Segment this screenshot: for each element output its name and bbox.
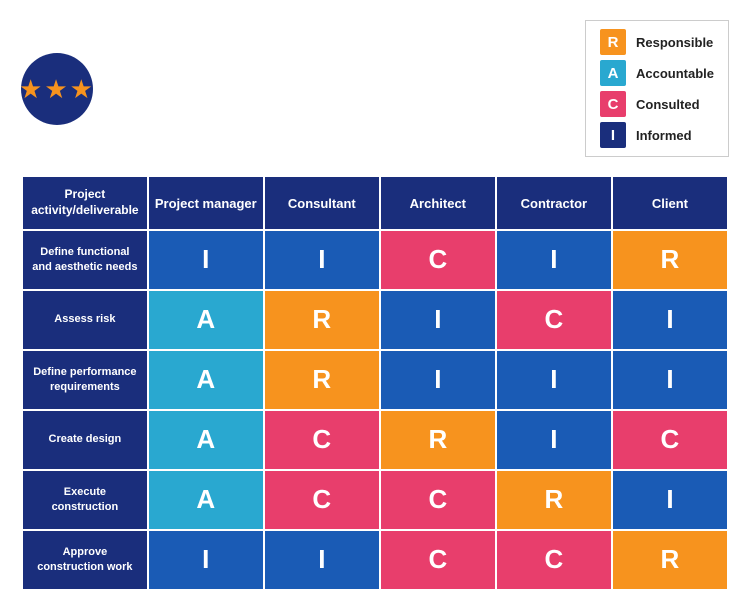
- col-header-activity: Projectactivity/deliverable: [22, 176, 148, 229]
- data-cell-r2-c1: R: [264, 350, 380, 410]
- legend: R Responsible A Accountable C Consulted …: [585, 20, 729, 157]
- col-header-architect: Architect: [380, 176, 496, 229]
- legend-badge-a: A: [600, 60, 626, 86]
- data-cell-r0-c3: I: [496, 230, 612, 290]
- data-cell-r1-c4: I: [612, 290, 728, 350]
- legend-row-i: I Informed: [600, 122, 714, 148]
- data-cell-r2-c4: I: [612, 350, 728, 410]
- logo-stars: ★★★: [19, 76, 95, 102]
- data-cell-r5-c1: I: [264, 530, 380, 590]
- data-cell-r4-c2: C: [380, 470, 496, 530]
- activity-cell-3: Create design: [22, 410, 148, 470]
- data-cell-r4-c3: R: [496, 470, 612, 530]
- table-row: Define functional and aesthetic needsIIC…: [22, 230, 728, 290]
- data-cell-r3-c3: I: [496, 410, 612, 470]
- data-cell-r1-c0: A: [148, 290, 264, 350]
- data-cell-r1-c3: C: [496, 290, 612, 350]
- data-cell-r1-c2: I: [380, 290, 496, 350]
- activity-cell-5: Approve construction work: [22, 530, 148, 590]
- data-cell-r4-c1: C: [264, 470, 380, 530]
- legend-row-r: R Responsible: [600, 29, 714, 55]
- activity-cell-4: Execute construction: [22, 470, 148, 530]
- data-cell-r0-c1: I: [264, 230, 380, 290]
- legend-label-a: Accountable: [636, 66, 714, 81]
- data-cell-r5-c2: C: [380, 530, 496, 590]
- data-cell-r3-c2: R: [380, 410, 496, 470]
- data-cell-r0-c4: R: [612, 230, 728, 290]
- col-header-pm: Project manager: [148, 176, 264, 229]
- data-cell-r0-c0: I: [148, 230, 264, 290]
- legend-badge-c: C: [600, 91, 626, 117]
- legend-badge-r: R: [600, 29, 626, 55]
- legend-label-c: Consulted: [636, 97, 700, 112]
- data-cell-r5-c0: I: [148, 530, 264, 590]
- legend-label-r: Responsible: [636, 35, 713, 50]
- data-cell-r5-c4: R: [612, 530, 728, 590]
- table-header-row: Projectactivity/deliverable Project mana…: [22, 176, 728, 229]
- header-left: ★★★: [21, 53, 109, 125]
- data-cell-r3-c1: C: [264, 410, 380, 470]
- data-cell-r2-c2: I: [380, 350, 496, 410]
- activity-cell-1: Assess risk: [22, 290, 148, 350]
- data-cell-r3-c4: C: [612, 410, 728, 470]
- activity-cell-2: Define performance requirements: [22, 350, 148, 410]
- data-cell-r4-c4: I: [612, 470, 728, 530]
- col-header-contractor: Contractor: [496, 176, 612, 229]
- col-header-consultant: Consultant: [264, 176, 380, 229]
- data-cell-r1-c1: R: [264, 290, 380, 350]
- table-row: Approve construction workIICCR: [22, 530, 728, 590]
- header: ★★★ R Responsible A Accountable C Consul…: [21, 20, 729, 157]
- data-cell-r5-c3: C: [496, 530, 612, 590]
- activity-cell-0: Define functional and aesthetic needs: [22, 230, 148, 290]
- table-row: Assess riskARICI: [22, 290, 728, 350]
- table-row: Execute constructionACCRI: [22, 470, 728, 530]
- data-cell-r3-c0: A: [148, 410, 264, 470]
- logo-circle: ★★★: [21, 53, 93, 125]
- data-cell-r0-c2: C: [380, 230, 496, 290]
- table-row: Create designACRIC: [22, 410, 728, 470]
- data-cell-r2-c3: I: [496, 350, 612, 410]
- raci-table: Projectactivity/deliverable Project mana…: [21, 175, 729, 590]
- legend-row-c: C Consulted: [600, 91, 714, 117]
- legend-row-a: A Accountable: [600, 60, 714, 86]
- data-cell-r4-c0: A: [148, 470, 264, 530]
- legend-label-i: Informed: [636, 128, 692, 143]
- main-container: ★★★ R Responsible A Accountable C Consul…: [5, 4, 745, 606]
- col-header-client: Client: [612, 176, 728, 229]
- legend-badge-i: I: [600, 122, 626, 148]
- table-row: Define performance requirementsARIII: [22, 350, 728, 410]
- data-cell-r2-c0: A: [148, 350, 264, 410]
